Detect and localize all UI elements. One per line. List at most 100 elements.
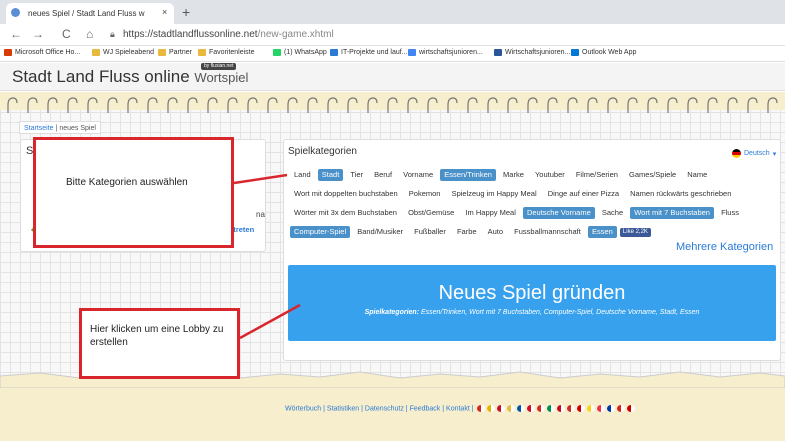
language-flag-icon[interactable] bbox=[596, 405, 605, 412]
category-tag[interactable]: Fussballmannschaft bbox=[510, 226, 585, 238]
ring-icon bbox=[327, 97, 338, 113]
language-flag-icon[interactable] bbox=[546, 405, 555, 412]
language-flag-icon[interactable] bbox=[576, 405, 585, 412]
language-flag-icon[interactable] bbox=[586, 405, 595, 412]
ring-icon bbox=[127, 97, 138, 113]
more-categories-link[interactable]: Mehrere Kategorien bbox=[676, 241, 773, 253]
home-icon[interactable]: ⌂ bbox=[86, 26, 93, 42]
language-flag-icon[interactable] bbox=[506, 405, 515, 412]
create-game-label[interactable]: Neues Spiel gründen bbox=[288, 282, 776, 305]
category-tag[interactable]: Marke bbox=[499, 169, 528, 181]
site-title[interactable]: Stadt Land Fluss online Wortspiel bbox=[12, 67, 248, 87]
facebook-like-button[interactable]: Like 2,2K bbox=[619, 227, 651, 237]
url-host: https://stadtlandflussonline.net bbox=[123, 29, 258, 40]
browser-tab[interactable]: neues Spiel / Stadt Land Fluss w bbox=[6, 3, 174, 24]
category-tag[interactable]: Name bbox=[683, 169, 711, 181]
bookmark-item[interactable]: Outlook Web App bbox=[571, 49, 636, 56]
ring-icon bbox=[467, 97, 478, 113]
url-field[interactable]: https://stadtlandflussonline.net/new-gam… bbox=[123, 29, 334, 40]
bookmark-item[interactable]: (1) WhatsApp bbox=[273, 49, 327, 56]
new-tab-button[interactable]: + bbox=[182, 4, 190, 20]
category-tag[interactable]: Wort mit doppelten buchstaben bbox=[290, 188, 402, 200]
language-flag-icon[interactable] bbox=[516, 405, 525, 412]
footer-link[interactable]: Statistiken bbox=[327, 405, 359, 412]
category-tag[interactable]: Dinge auf einer Pizza bbox=[544, 188, 623, 200]
ring-icon bbox=[27, 97, 38, 113]
category-tag[interactable]: Games/Spiele bbox=[625, 169, 680, 181]
bookmark-item[interactable]: Wirtschaftsjunioren... bbox=[494, 49, 570, 56]
ring-icon bbox=[387, 97, 398, 113]
bookmark-item[interactable]: IT-Projekte und lauf... bbox=[330, 49, 408, 56]
callout-select-categories: Bitte Kategorien auswählen bbox=[33, 137, 234, 248]
language-flag-icon[interactable] bbox=[476, 405, 485, 412]
language-flag-icon[interactable] bbox=[526, 405, 535, 412]
language-flag-icon[interactable] bbox=[606, 405, 615, 412]
language-selector[interactable]: Deutsch ▾ bbox=[732, 149, 776, 158]
tab-close-icon[interactable]: × bbox=[162, 7, 167, 17]
breadcrumb-home-link[interactable]: Startseite bbox=[24, 125, 54, 132]
category-tag[interactable]: Auto bbox=[484, 226, 507, 238]
bookmark-label: Outlook Web App bbox=[582, 49, 637, 56]
category-tag[interactable]: Filme/Serien bbox=[572, 169, 622, 181]
category-tag[interactable]: Fußballer bbox=[410, 226, 450, 238]
category-list: Land Stadt Tier Beruf Vorname Essen/Trin… bbox=[290, 165, 777, 241]
footer-link[interactable]: Kontakt bbox=[446, 405, 470, 412]
ring-icon bbox=[367, 97, 378, 113]
bookmark-item[interactable]: Favoritenleiste bbox=[198, 49, 255, 56]
language-flag-icon[interactable] bbox=[626, 405, 635, 412]
back-arrow-icon[interactable]: ← bbox=[10, 26, 22, 42]
footer-link[interactable]: Feedback bbox=[410, 405, 441, 412]
lock-icon: 🔒︎ bbox=[110, 29, 115, 39]
bookmark-item[interactable]: Partner bbox=[158, 49, 192, 56]
forward-arrow-icon[interactable]: → bbox=[32, 26, 44, 42]
category-tag[interactable]: Tier bbox=[346, 169, 367, 181]
notebook-rings bbox=[7, 97, 778, 113]
language-flag-icon[interactable] bbox=[486, 405, 495, 412]
ring-icon bbox=[347, 97, 358, 113]
language-flag-icon[interactable] bbox=[556, 405, 565, 412]
category-tag[interactable]: Essen/Trinken bbox=[440, 169, 496, 181]
ring-icon bbox=[147, 97, 158, 113]
ring-icon bbox=[767, 97, 778, 113]
ring-icon bbox=[207, 97, 218, 113]
category-tag[interactable]: Beruf bbox=[370, 169, 396, 181]
category-tag[interactable]: Fluss bbox=[717, 207, 743, 219]
ring-icon bbox=[47, 97, 58, 113]
category-tag[interactable]: Wort mit 7 Buchstaben bbox=[630, 207, 714, 219]
category-tag[interactable]: Essen bbox=[587, 226, 617, 238]
bookmark-item[interactable]: WJ Spieleabend bbox=[92, 49, 154, 56]
ring-icon bbox=[747, 97, 758, 113]
bookmark-item[interactable]: Microsoft Office Ho... bbox=[4, 49, 80, 56]
category-tag[interactable]: Pokemon bbox=[405, 188, 445, 200]
tab-title: neues Spiel / Stadt Land Fluss w bbox=[28, 9, 145, 18]
language-flag-icon[interactable] bbox=[566, 405, 575, 412]
bookmark-item[interactable]: wirtschaftsjunioren... bbox=[408, 49, 483, 56]
category-tag[interactable]: Im Happy Meal bbox=[461, 207, 519, 219]
bookmark-folder-icon bbox=[4, 49, 12, 56]
language-flag-icon[interactable] bbox=[536, 405, 545, 412]
reload-icon[interactable]: C bbox=[62, 26, 71, 42]
category-tag[interactable]: Obst/Gemüse bbox=[404, 207, 458, 219]
category-tag[interactable]: Deutsche Vorname bbox=[522, 207, 595, 219]
category-tag[interactable]: Stadt bbox=[317, 169, 344, 181]
category-tag[interactable]: Spielzeug im Happy Meal bbox=[448, 188, 541, 200]
category-tag[interactable]: Youtuber bbox=[531, 169, 569, 181]
footer-link[interactable]: Datenschutz bbox=[365, 405, 404, 412]
bookmark-folder-icon bbox=[158, 49, 166, 56]
summary-prefix: Spielkategorien: bbox=[364, 309, 420, 316]
category-tag[interactable]: Vorname bbox=[399, 169, 437, 181]
chevron-down-icon: ▾ bbox=[772, 150, 777, 158]
footer-link[interactable]: Wörterbuch bbox=[285, 405, 321, 412]
language-flag-icon[interactable] bbox=[616, 405, 625, 412]
language-flag-icon[interactable] bbox=[496, 405, 505, 412]
category-tag[interactable]: Farbe bbox=[453, 226, 481, 238]
ring-icon bbox=[667, 97, 678, 113]
category-tag[interactable]: Namen rückwärts geschrieben bbox=[626, 188, 735, 200]
category-tag[interactable]: Land bbox=[290, 169, 315, 181]
category-tag[interactable]: Band/Musiker bbox=[353, 226, 407, 238]
category-tag[interactable]: Wörter mit 3x dem Buchstaben bbox=[290, 207, 401, 219]
bookmark-folder-icon bbox=[92, 49, 100, 56]
breadcrumb-current: neues Spiel bbox=[59, 125, 96, 132]
category-tag[interactable]: Sache bbox=[598, 207, 627, 219]
category-tag[interactable]: Computer-Spiel bbox=[290, 226, 351, 238]
